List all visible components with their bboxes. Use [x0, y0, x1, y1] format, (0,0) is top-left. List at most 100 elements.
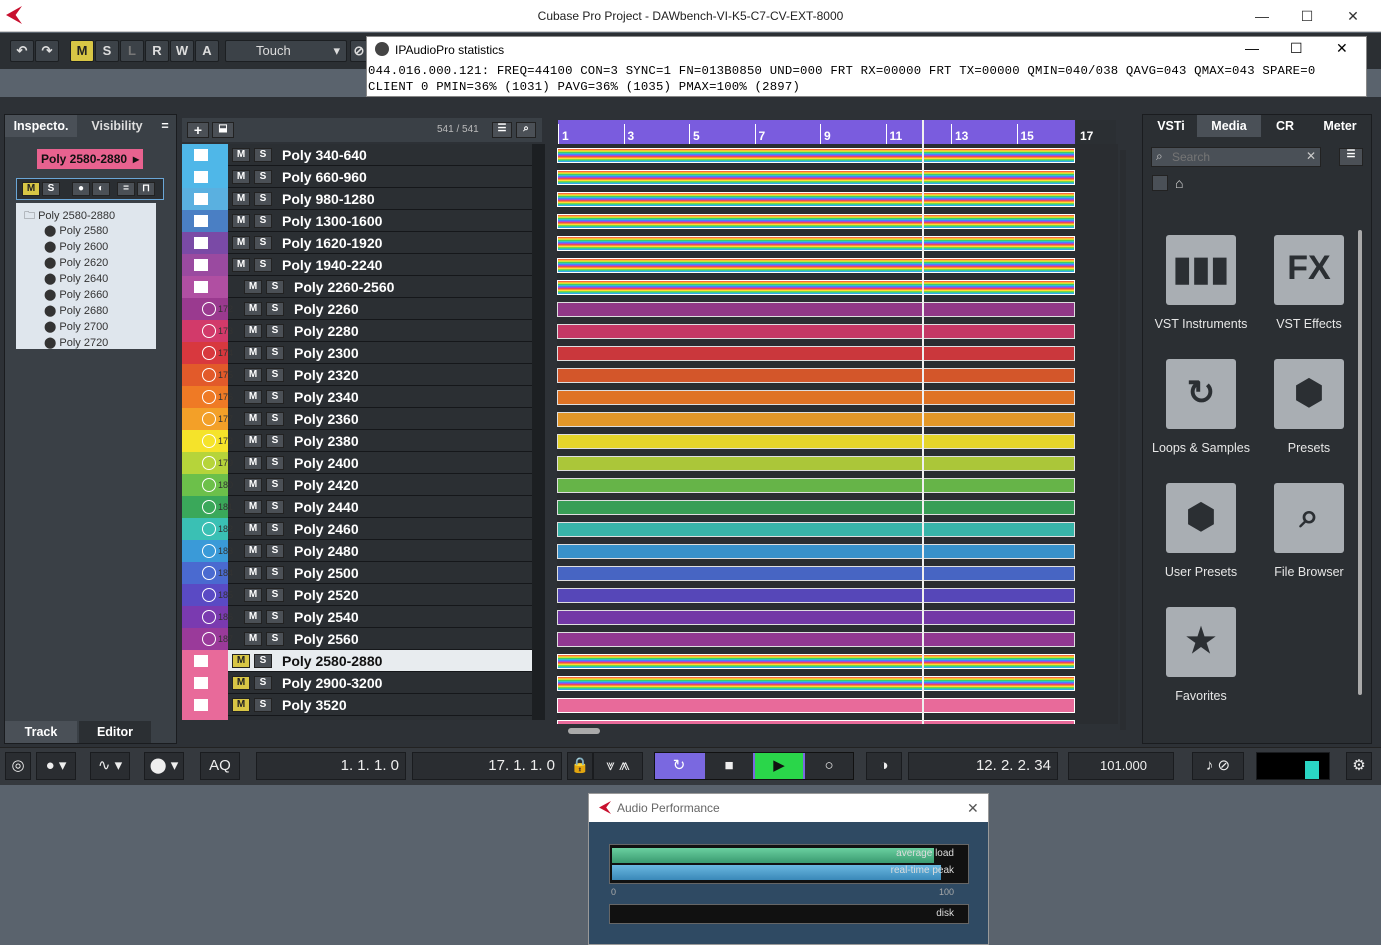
mute-button[interactable]: M: [244, 500, 262, 514]
track-lane[interactable]: [557, 632, 1075, 647]
arrange-area[interactable]: [557, 144, 1118, 724]
track-name[interactable]: Poly 340-640: [282, 147, 367, 163]
inspector-menu-button[interactable]: =: [155, 115, 175, 137]
waveform-icon[interactable]: ∿ ▾: [90, 752, 130, 780]
solo-button[interactable]: S: [254, 654, 272, 668]
track-name[interactable]: Poly 2520: [294, 587, 359, 603]
track-name[interactable]: Poly 2300: [294, 345, 359, 361]
search-icon[interactable]: ⌕: [516, 122, 536, 138]
search-input[interactable]: [1172, 150, 1302, 164]
track-row[interactable]: 179 M S Poly 2400: [182, 452, 532, 474]
solo-button[interactable]: S: [266, 434, 284, 448]
track-row[interactable]: 181 M S Poly 2440: [182, 496, 532, 518]
right-locator[interactable]: 17. 1. 1. 0: [412, 752, 562, 780]
mute-button[interactable]: M: [232, 214, 250, 228]
solo-button[interactable]: S: [266, 478, 284, 492]
list-item[interactable]: ⬤ Poly 2720: [44, 335, 108, 349]
solo-button[interactable]: S: [266, 500, 284, 514]
track-row[interactable]: M S Poly 660-960: [182, 166, 532, 188]
track-name[interactable]: Poly 3520: [282, 697, 347, 713]
track-row[interactable]: 185 M S Poly 2520: [182, 584, 532, 606]
track-lane[interactable]: [557, 676, 1075, 691]
close-button[interactable]: ✕: [1343, 6, 1363, 26]
solo-button[interactable]: S: [254, 698, 272, 712]
solo-button[interactable]: S: [266, 588, 284, 602]
track-lane[interactable]: [557, 522, 1075, 537]
track-name[interactable]: Poly 2460: [294, 521, 359, 537]
list-item[interactable]: ⬤ Poly 2680: [44, 303, 108, 319]
track-row[interactable]: M S Poly 1940-2240: [182, 254, 532, 276]
media-tile[interactable]: ⌕: [1274, 483, 1344, 553]
track-row[interactable]: M S Poly 1620-1920: [182, 232, 532, 254]
add-track-button[interactable]: +: [187, 122, 209, 138]
minimize-button[interactable]: —: [1252, 6, 1272, 26]
mute-button[interactable]: M: [244, 390, 262, 404]
solo-button[interactable]: S: [266, 610, 284, 624]
undo-button[interactable]: ↶: [10, 40, 34, 62]
list-item[interactable]: ⬤ Poly 2580: [44, 223, 108, 239]
mute-button[interactable]: M: [232, 148, 250, 162]
lock-icon[interactable]: ⊓: [137, 182, 155, 196]
automation-a-button[interactable]: A: [195, 40, 219, 62]
solo-button[interactable]: S: [254, 192, 272, 206]
track-row[interactable]: 184 M S Poly 2500: [182, 562, 532, 584]
track-row[interactable]: 186 M S Poly 2540: [182, 606, 532, 628]
edit-icon[interactable]: =: [117, 182, 135, 196]
track-name[interactable]: Poly 2560: [294, 631, 359, 647]
track-lane[interactable]: [557, 720, 1075, 724]
track-lane[interactable]: [557, 698, 1075, 713]
media-tile[interactable]: ▮▮▮: [1166, 235, 1236, 305]
solo-button[interactable]: S: [266, 390, 284, 404]
track-name[interactable]: Poly 980-1280: [282, 191, 375, 207]
track-lane[interactable]: [557, 324, 1075, 339]
track-row[interactable]: 177 M S Poly 2360: [182, 408, 532, 430]
track-lane[interactable]: [557, 588, 1075, 603]
lock-icon[interactable]: 🔒: [567, 752, 593, 780]
tab-media[interactable]: Media: [1197, 115, 1261, 137]
horizontal-scrollbar[interactable]: [568, 728, 600, 734]
solo-button[interactable]: S: [266, 324, 284, 338]
track-row[interactable]: 187 M S Poly 2560: [182, 628, 532, 650]
track-lane[interactable]: [557, 654, 1075, 669]
home-icon[interactable]: ⌂: [1175, 175, 1183, 191]
monitor-icon[interactable]: ◐: [92, 182, 110, 196]
solo-button[interactable]: S: [266, 544, 284, 558]
track-row[interactable]: 174 M S Poly 2300: [182, 342, 532, 364]
mute-button[interactable]: M: [232, 676, 250, 690]
track-lane[interactable]: [557, 500, 1075, 515]
solo-button[interactable]: S: [266, 302, 284, 316]
close-icon[interactable]: ✕: [1306, 149, 1316, 163]
track-row[interactable]: 175 M S Poly 2320: [182, 364, 532, 386]
position-display[interactable]: 12. 2. 2. 34: [908, 752, 1058, 780]
track-name[interactable]: Poly 2380: [294, 433, 359, 449]
track-name[interactable]: Poly 2480: [294, 543, 359, 559]
track-name[interactable]: Poly 2440: [294, 499, 359, 515]
track-row[interactable]: M S Poly 3520: [182, 694, 532, 716]
track-name[interactable]: Poly 1300-1600: [282, 213, 382, 229]
track-lane[interactable]: [557, 544, 1075, 559]
media-tile[interactable]: ⬢: [1274, 359, 1344, 429]
stop-icon[interactable]: ■: [705, 753, 753, 779]
mute-button[interactable]: M: [244, 302, 262, 316]
mute-button[interactable]: M: [244, 456, 262, 470]
perf-close-button[interactable]: ✕: [967, 800, 979, 817]
list-item[interactable]: ⬤ Poly 2640: [44, 271, 108, 287]
mute-button[interactable]: M: [232, 654, 250, 668]
tab-editor[interactable]: Editor: [79, 721, 151, 743]
track-lane[interactable]: [557, 258, 1075, 273]
mute-button[interactable]: M: [232, 170, 250, 184]
solo-button[interactable]: S: [266, 632, 284, 646]
mute-button[interactable]: M: [244, 368, 262, 382]
track-name[interactable]: Poly 2260-2560: [294, 279, 394, 295]
mute-button[interactable]: M: [244, 632, 262, 646]
gear-icon[interactable]: ⚙: [1346, 752, 1372, 780]
inspector-track-name[interactable]: Poly 2580-2880 ▸: [37, 149, 143, 169]
vertical-scrollbar[interactable]: [1120, 150, 1126, 730]
aq-button[interactable]: AQ: [200, 752, 240, 780]
listen-button[interactable]: L: [120, 40, 144, 62]
track-row[interactable]: M S Poly 2900-3200: [182, 672, 532, 694]
track-name[interactable]: Poly 2320: [294, 367, 359, 383]
solo-button[interactable]: S: [266, 280, 284, 294]
ipaudio-maximize-button[interactable]: ☐: [1290, 40, 1303, 57]
cycle-icon[interactable]: ↻: [655, 753, 703, 779]
